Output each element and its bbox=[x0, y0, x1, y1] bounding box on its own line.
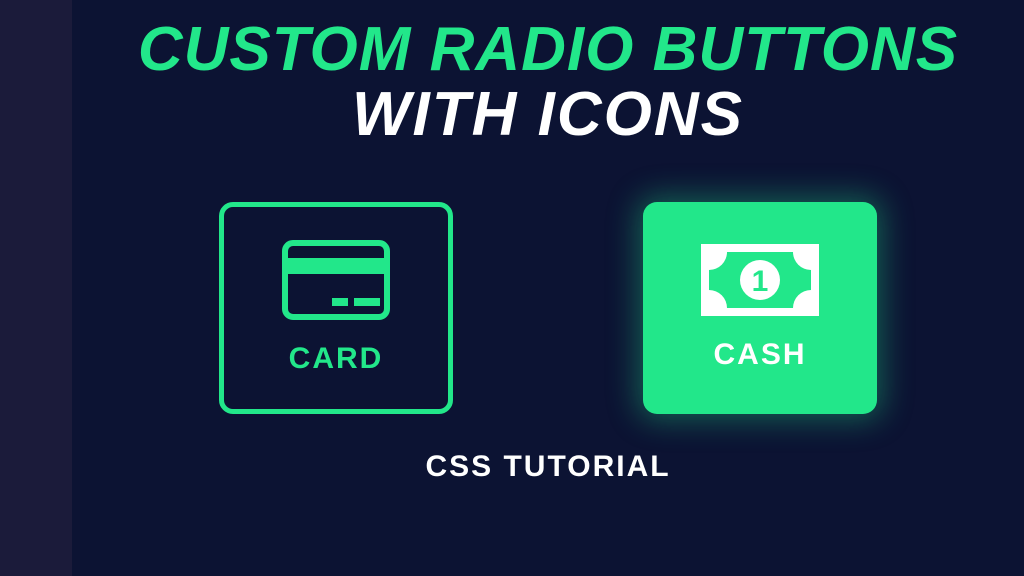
radio-option-card[interactable]: CARD bbox=[219, 202, 453, 414]
radio-group: CARD 1 CASH bbox=[219, 202, 877, 414]
svg-text:1: 1 bbox=[752, 265, 769, 298]
footer-text: CSS TUTORIAL bbox=[425, 450, 670, 484]
radio-label-card: CARD bbox=[289, 342, 384, 376]
heading-line-1: CUSTOM RADIO BUTTONS bbox=[138, 14, 958, 85]
main-content: CUSTOM RADIO BUTTONS WITH ICONS CARD bbox=[72, 0, 1024, 576]
credit-card-icon bbox=[282, 240, 390, 320]
cash-icon: 1 bbox=[701, 244, 819, 316]
heading-line-2: WITH ICONS bbox=[352, 79, 744, 150]
sidebar-stripe bbox=[0, 0, 72, 576]
radio-option-cash[interactable]: 1 CASH bbox=[643, 202, 877, 414]
radio-label-cash: CASH bbox=[713, 338, 806, 372]
